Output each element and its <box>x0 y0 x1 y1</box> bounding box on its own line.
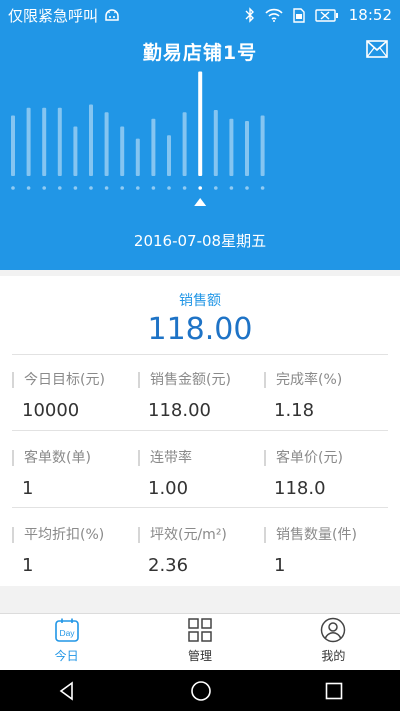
day-bar[interactable] <box>120 126 125 177</box>
day-bar[interactable] <box>167 135 171 176</box>
metric-label: 连带率 <box>138 450 258 466</box>
day-dot <box>42 186 46 190</box>
day-bar[interactable] <box>245 121 249 176</box>
metric-label: 平均折扣(%) <box>12 527 132 543</box>
day-bar[interactable] <box>11 115 15 177</box>
metric-label: 销售数量(件) <box>264 527 384 543</box>
metric-value: 1.00 <box>148 478 189 499</box>
day-dot <box>151 186 156 190</box>
daily-bar-selector[interactable] <box>0 70 400 250</box>
day-bar[interactable] <box>135 138 140 176</box>
day-bar[interactable] <box>151 118 156 176</box>
metric-value: 118.00 <box>148 400 211 421</box>
sales-label: 销售额 <box>179 293 221 309</box>
day-bar[interactable] <box>73 126 78 177</box>
metric-value: 1 <box>274 555 286 576</box>
day-bar[interactable] <box>229 118 234 176</box>
day-dot <box>58 186 62 190</box>
grid-icon <box>188 618 212 642</box>
divider <box>12 507 388 508</box>
day-dot <box>26 186 31 190</box>
status-bar: 仅限紧急呼叫 18:52 <box>0 0 400 30</box>
day-bar[interactable] <box>260 115 265 177</box>
metric-value: 10000 <box>22 400 80 421</box>
day-dot <box>214 186 218 190</box>
status-carrier-text: 仅限紧急呼叫 <box>8 6 99 25</box>
nav-mine[interactable]: 我的 <box>267 614 400 670</box>
metric-label: 坪效(元/m²) <box>138 527 258 543</box>
bluetooth-icon <box>245 7 254 23</box>
calendar-icon-text: Day <box>59 628 75 638</box>
mail-icon[interactable] <box>366 40 388 58</box>
day-bar[interactable] <box>26 107 31 176</box>
metric-value: 2.36 <box>148 555 189 576</box>
day-dot <box>104 186 109 190</box>
nav-today[interactable]: Day 今日 <box>0 614 133 670</box>
day-dot <box>73 186 78 190</box>
day-bar[interactable] <box>198 71 203 177</box>
day-bar[interactable] <box>89 104 93 177</box>
calendar-day-icon: Day <box>54 618 79 642</box>
metric-label: 完成率(%) <box>264 372 384 388</box>
metric-value: 1 <box>22 478 34 499</box>
day-dot <box>198 186 202 190</box>
metric-avg-order-value: 客单价(元) 118.0 <box>264 450 384 499</box>
battery-icon <box>315 8 338 22</box>
metric-floor-efficiency: 坪效(元/m²) 2.36 <box>138 527 258 576</box>
sim-icon <box>293 7 305 23</box>
metric-completion-rate: 完成率(%) 1.18 <box>264 372 384 421</box>
sales-value: 118.00 <box>147 312 253 347</box>
day-bar[interactable] <box>182 112 187 176</box>
metric-attach-rate: 连带率 1.00 <box>138 450 258 499</box>
day-bar[interactable] <box>57 107 62 176</box>
android-icon <box>105 9 119 21</box>
day-dot <box>245 186 249 190</box>
day-dot <box>167 186 171 190</box>
back-icon[interactable] <box>57 680 77 701</box>
day-dot <box>120 186 124 190</box>
metric-value: 1.18 <box>274 400 315 421</box>
metric-label: 今日目标(元) <box>12 372 132 388</box>
divider <box>12 354 388 355</box>
day-bar[interactable] <box>104 112 109 176</box>
day-dot <box>260 186 265 190</box>
day-dot <box>182 186 187 190</box>
nav-label: 管理 <box>187 649 212 663</box>
selected-date: 2016-07-08星期五 <box>133 232 267 250</box>
metric-daily-target: 今日目标(元) 10000 <box>12 372 132 421</box>
nav-label: 今日 <box>54 649 79 663</box>
day-dot <box>11 186 15 190</box>
user-icon <box>321 617 346 643</box>
metric-sales-amount: 销售金额(元) 118.00 <box>138 372 258 421</box>
divider <box>12 430 388 431</box>
nav-label: 我的 <box>321 649 346 663</box>
metric-value: 118.0 <box>274 478 326 499</box>
home-icon[interactable] <box>190 680 212 702</box>
wifi-icon <box>265 8 283 22</box>
metrics-card: 销售额 118.00 今日目标(元) 10000 销售金额(元) 118.00 … <box>0 276 400 586</box>
selected-day-pointer <box>194 198 207 206</box>
store-header: 勤易店铺1号 2016-07-08星期五 <box>0 30 400 270</box>
store-title: 勤易店铺1号 <box>142 42 258 64</box>
metric-label: 客单价(元) <box>264 450 384 466</box>
day-dot <box>136 186 140 190</box>
day-dot <box>229 186 234 190</box>
system-nav-bar <box>0 670 400 711</box>
metric-sales-quantity: 销售数量(件) 1 <box>264 527 384 576</box>
metric-label: 客单数(单) <box>12 450 132 466</box>
recent-apps-icon[interactable] <box>325 682 343 700</box>
metric-value: 1 <box>22 555 34 576</box>
day-dot <box>89 186 93 190</box>
nav-manage[interactable]: 管理 <box>133 614 266 670</box>
metric-order-count: 客单数(单) 1 <box>12 450 132 499</box>
status-time: 18:52 <box>348 6 392 24</box>
bottom-nav: Day 今日 管理 我的 <box>0 613 400 670</box>
day-bar[interactable] <box>213 110 218 176</box>
day-bar[interactable] <box>42 107 47 176</box>
metric-avg-discount: 平均折扣(%) 1 <box>12 527 132 576</box>
metric-label: 销售金额(元) <box>138 372 258 388</box>
